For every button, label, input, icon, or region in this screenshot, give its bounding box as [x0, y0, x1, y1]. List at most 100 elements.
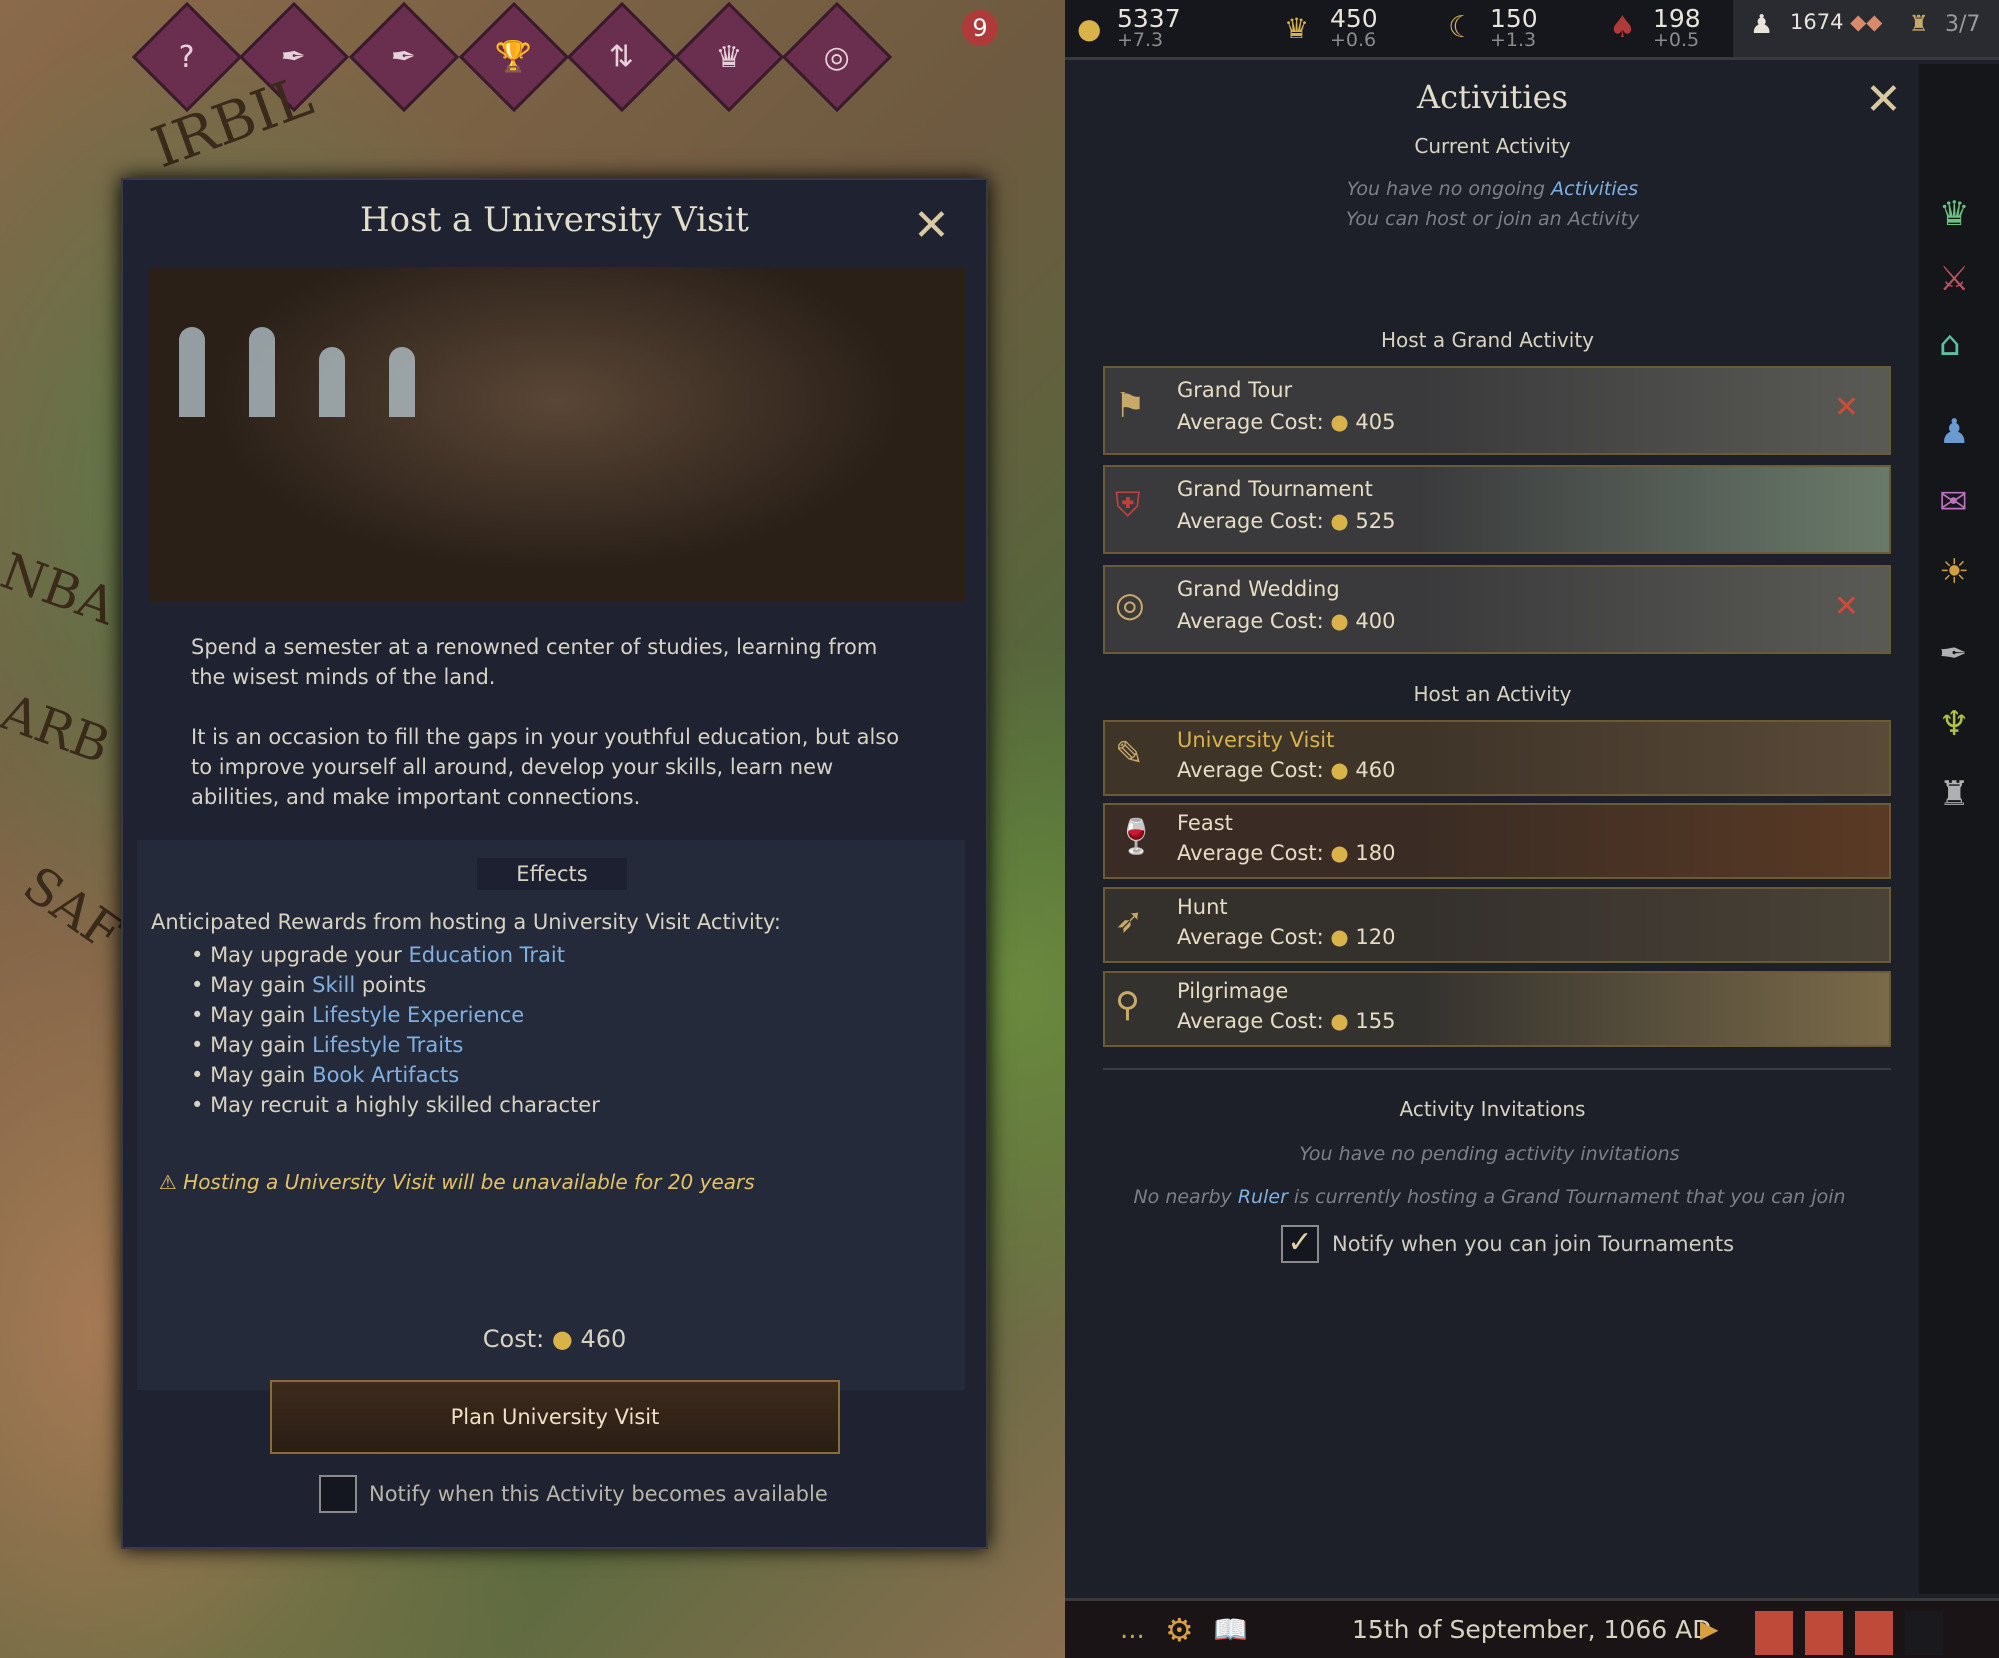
warning-icon: ⚠	[159, 1170, 184, 1194]
resource-bar: ● 5337 +7.3 ♛ 450 +0.6 ☾ 150 +1.3 ♠ 198 +0.5 ♟ 16…	[1065, 0, 1999, 60]
lifestyle-quill-icon[interactable]: ✒	[1939, 634, 1968, 674]
effects-heading: Effects	[477, 858, 627, 890]
shield-icon: ⛨	[1115, 485, 1141, 525]
settings-gear-icon[interactable]: ⚙	[1165, 1611, 1194, 1649]
map-label: SAF	[12, 855, 133, 963]
arrows-icon: ⇅	[609, 39, 635, 75]
bow-icon: ➶	[1115, 901, 1144, 941]
gold-icon: ●	[551, 1325, 573, 1353]
divider	[1103, 1068, 1891, 1070]
rings-icon: ◎	[823, 39, 851, 75]
piety-crescent-icon: ☾	[1448, 10, 1475, 45]
activity-row-university-visit[interactable]: ✎ University Visit Average Cost: ● 460	[1103, 720, 1891, 796]
date-bar: ... ⚙ 📖 15th of September, 1066 AD ▶	[1065, 1598, 1999, 1658]
notify-available-checkbox[interactable]	[319, 1475, 357, 1513]
faith-icon[interactable]: ☀	[1939, 552, 1969, 592]
activity-row-feast[interactable]: 🍷 Feast Average Cost: ● 180	[1103, 803, 1891, 879]
lens-rings[interactable]: ◎	[781, 1, 893, 113]
close-icon[interactable]: ✕	[913, 204, 950, 248]
cooldown-warning: ⚠ Hosting a University Visit will be una…	[159, 1170, 755, 1194]
invitations-heading: Activity Invitations	[1399, 1097, 1586, 1121]
notify-available-label[interactable]: Notify when this Activity becomes availa…	[369, 1482, 828, 1506]
gold-icon: ●	[1330, 758, 1349, 782]
dread-delta: +0.5	[1653, 29, 1700, 51]
trait-link[interactable]: Education Trait	[408, 943, 565, 967]
activities-link[interactable]: Activities	[1551, 178, 1638, 200]
cost-display: Cost: ● 460	[482, 1325, 627, 1353]
skill-link[interactable]: Skill	[312, 973, 355, 997]
no-invites-text: You have no pending activity invitations	[1299, 1143, 1680, 1165]
speed-indicator-1[interactable]	[1755, 1611, 1793, 1655]
gold-icon: ●	[1330, 841, 1349, 865]
more-menu-button[interactable]: ...	[1120, 1615, 1145, 1645]
activities-panel: ● 5337 +7.3 ♛ 450 +0.6 ☾ 150 +1.3 ♠ 198 +0.5 ♟ 16…	[1065, 0, 1999, 1658]
play-icon[interactable]: ▶	[1700, 1615, 1718, 1643]
goblet-icon: 🍷	[1115, 817, 1158, 857]
notify-tournaments-label[interactable]: Notify when you can join Tournaments	[1332, 1232, 1734, 1256]
lifestyle-traits-link[interactable]: Lifestyle Traits	[312, 1033, 463, 1057]
host-activity-window: Host a University Visit ✕ Spend a semest…	[121, 178, 988, 1549]
ruler-link[interactable]: Ruler	[1238, 1186, 1288, 1208]
lens-goblet[interactable]: 🏆	[458, 1, 570, 113]
realm-crown-icon[interactable]: ♛	[1939, 194, 1969, 234]
gold-icon: ●	[1330, 609, 1349, 633]
crown-icon: ♛	[715, 39, 743, 75]
court-icon[interactable]: ♟	[1939, 412, 1969, 452]
prestige-crown-icon: ♛	[1284, 12, 1310, 45]
activity-row-grand-wedding[interactable]: ◎ Grand Wedding Average Cost: ● 400 ✕	[1103, 565, 1891, 654]
rewards-intro: Anticipated Rewards from hosting a Unive…	[151, 910, 781, 934]
activities-goblet-icon[interactable]: ♆	[1939, 704, 1969, 744]
no-ruler-text: No nearby Ruler is currently hosting a G…	[1133, 1186, 1846, 1208]
reward-item: • May gain Lifestyle Traits	[191, 1033, 464, 1057]
reward-item: • May gain Lifestyle Experience	[191, 1003, 525, 1027]
unavailable-icon: ✕	[1833, 589, 1859, 624]
activity-row-pilgrimage[interactable]: ⚲ Pilgrimage Average Cost: ● 155	[1103, 971, 1891, 1047]
reward-item: • May recruit a highly skilled character	[191, 1093, 600, 1117]
soldiers-display[interactable]: ♟ 1674 ◆◆	[1750, 10, 1882, 40]
close-icon[interactable]: ✕	[1865, 78, 1902, 122]
activity-row-hunt[interactable]: ➶ Hunt Average Cost: ● 120	[1103, 887, 1891, 963]
pilgrim-staff-icon: ⚲	[1115, 985, 1140, 1025]
military-icon[interactable]: ⚔	[1939, 259, 1969, 299]
plan-university-visit-button[interactable]: Plan University Visit	[270, 1380, 840, 1454]
lens-arrows[interactable]: ⇅	[566, 1, 678, 113]
speed-indicator-2[interactable]	[1805, 1611, 1843, 1655]
window-title: Host a University Visit	[360, 200, 749, 240]
council-icon[interactable]: ⌂	[1939, 324, 1961, 364]
flag-icon: ⚑	[1115, 386, 1146, 426]
lens-crown[interactable]: ♛	[673, 1, 785, 113]
gold-icon: ●	[1330, 1009, 1349, 1033]
lens-quill-2[interactable]: ✒	[348, 1, 460, 113]
host-activity-heading: Host an Activity	[1413, 682, 1572, 706]
domain-limit[interactable]: ♜ 3/7	[1909, 12, 1980, 37]
speed-indicator-4[interactable]	[1905, 1611, 1943, 1655]
reward-item: • May upgrade your Education Trait	[191, 943, 565, 967]
goblet-icon: 🏆	[495, 39, 533, 75]
encyclopedia-book-icon[interactable]: 📖	[1213, 1613, 1248, 1646]
unavailable-icon: ✕	[1833, 390, 1859, 425]
gold-icon: ●	[1077, 12, 1102, 45]
can-host-text: You can host or join an Activity	[1345, 208, 1640, 230]
effects-section: Effects Anticipated Rewards from hosting…	[137, 840, 965, 1390]
book-artifacts-link[interactable]: Book Artifacts	[312, 1063, 459, 1087]
reward-item: • May gain Book Artifacts	[191, 1063, 460, 1087]
notification-badge[interactable]: 9	[962, 10, 998, 46]
current-activity-heading: Current Activity	[1414, 134, 1571, 158]
activity-row-grand-tournament[interactable]: ⛨ Grand Tournament Average Cost: ● 525	[1103, 465, 1891, 554]
soldiers-icon: ♟	[1750, 10, 1774, 40]
map-label: ARB	[0, 682, 118, 776]
notify-tournaments-checkbox[interactable]: ✓	[1281, 1225, 1319, 1263]
panel-title: Activities	[1417, 78, 1568, 116]
current-date[interactable]: 15th of September, 1066 AD	[1352, 1615, 1711, 1644]
lifestyle-xp-link[interactable]: Lifestyle Experience	[312, 1003, 524, 1027]
activity-row-grand-tour[interactable]: ⚑ Grand Tour Average Cost: ● 405 ✕	[1103, 366, 1891, 455]
speed-indicator-3[interactable]	[1855, 1611, 1893, 1655]
intrigue-icon[interactable]: ✉	[1939, 482, 1968, 522]
question-icon: ?	[179, 39, 195, 75]
dynasty-icon[interactable]: ♜	[1939, 774, 1969, 814]
castle-icon: ♜	[1909, 12, 1929, 37]
reward-item: • May gain Skill points	[191, 973, 427, 997]
gold-icon: ●	[1330, 509, 1349, 533]
prestige-delta: +0.6	[1330, 29, 1377, 51]
grand-activity-heading: Host a Grand Activity	[1380, 328, 1594, 352]
